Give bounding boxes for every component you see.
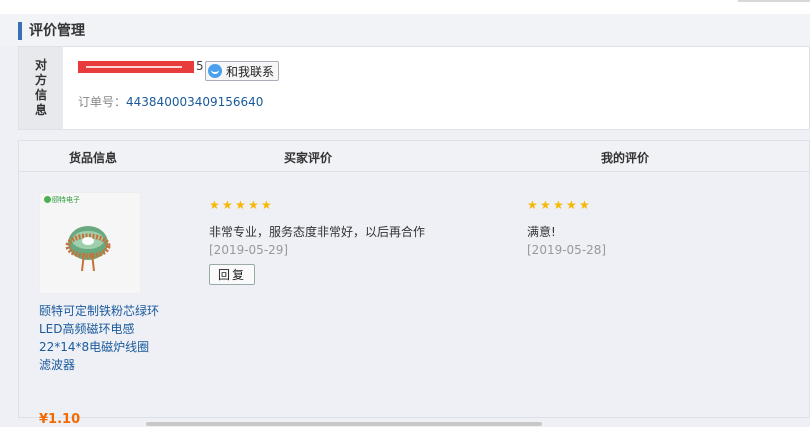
- horizontal-scrollbar[interactable]: [146, 422, 542, 426]
- review-table: 货品信息 买家评价 我的评价 颐特电子 颐特可定制铁粉芯绿环LED高频磁环电感2…: [18, 140, 810, 427]
- star-icon: ★: [235, 198, 246, 212]
- partner-label-char: 息: [34, 103, 47, 117]
- contact-me-button[interactable]: 和我联系: [205, 61, 280, 81]
- star-icon: ★: [261, 198, 272, 212]
- brand-logo-text: 颐特电子: [52, 196, 80, 204]
- product-thumbnail[interactable]: 颐特电子: [39, 192, 141, 294]
- product-price: ¥1.10: [39, 412, 81, 427]
- order-number: 443840003409156640: [126, 95, 264, 109]
- chat-icon: [208, 64, 222, 78]
- star-icon: ★: [553, 198, 564, 212]
- my-review-text: 满意!: [527, 225, 556, 239]
- partner-label: 对 方 信 息: [19, 47, 63, 129]
- star-icon: ★: [248, 198, 259, 212]
- partner-label-char: 信: [34, 88, 47, 102]
- order-label: 订单号：: [78, 95, 127, 109]
- buyer-review-text: 非常专业，服务态度非常好，以后再合作: [209, 225, 426, 239]
- buyer-review-date: [2019-05-29]: [209, 243, 289, 257]
- header-my-review: 我的评价: [601, 151, 650, 165]
- toroid-inductor-image: [65, 226, 111, 272]
- redacted-partner-name: [78, 61, 194, 73]
- product-name-link[interactable]: 颐特可定制铁粉芯绿环LED高频磁环电感22*14*8电磁炉线圈滤波器: [39, 302, 159, 374]
- review-row: 颐特电子 颐特可定制铁粉芯绿环LED高频磁环电感22*14*8电磁炉线圈滤波器 …: [19, 172, 809, 427]
- my-rating-stars: ★ ★ ★ ★ ★: [527, 199, 591, 211]
- reply-button[interactable]: 回复: [209, 264, 255, 285]
- top-strip: [0, 0, 810, 14]
- top-corner-tab: [738, 0, 810, 2]
- star-icon: ★: [209, 198, 220, 212]
- header-goods: 货品信息: [69, 151, 118, 165]
- partner-info-panel: 对 方 信 息 5 和我联系 订单号：443840003409156640: [18, 46, 810, 130]
- star-icon: ★: [540, 198, 551, 212]
- partner-name-suffix: 5: [196, 59, 204, 73]
- partner-label-char: 对: [34, 58, 47, 72]
- order-number-line: 订单号：443840003409156640: [78, 93, 263, 110]
- star-icon: ★: [566, 198, 577, 212]
- section-title: 评价管理: [18, 22, 85, 40]
- header-bar: [0, 14, 810, 46]
- my-review-date: [2019-05-28]: [527, 243, 607, 257]
- header-buyer-review: 买家评价: [284, 151, 333, 165]
- buyer-rating-stars: ★ ★ ★ ★ ★: [209, 199, 273, 211]
- star-icon: ★: [527, 198, 538, 212]
- review-table-header: 货品信息 买家评价 我的评价: [19, 141, 809, 172]
- star-icon: ★: [222, 198, 233, 212]
- contact-me-label: 和我联系: [226, 64, 275, 79]
- star-icon: ★: [579, 198, 590, 212]
- brand-logo-dot: [44, 196, 51, 203]
- brand-logo: 颐特电子: [44, 195, 80, 205]
- partner-label-char: 方: [34, 73, 47, 87]
